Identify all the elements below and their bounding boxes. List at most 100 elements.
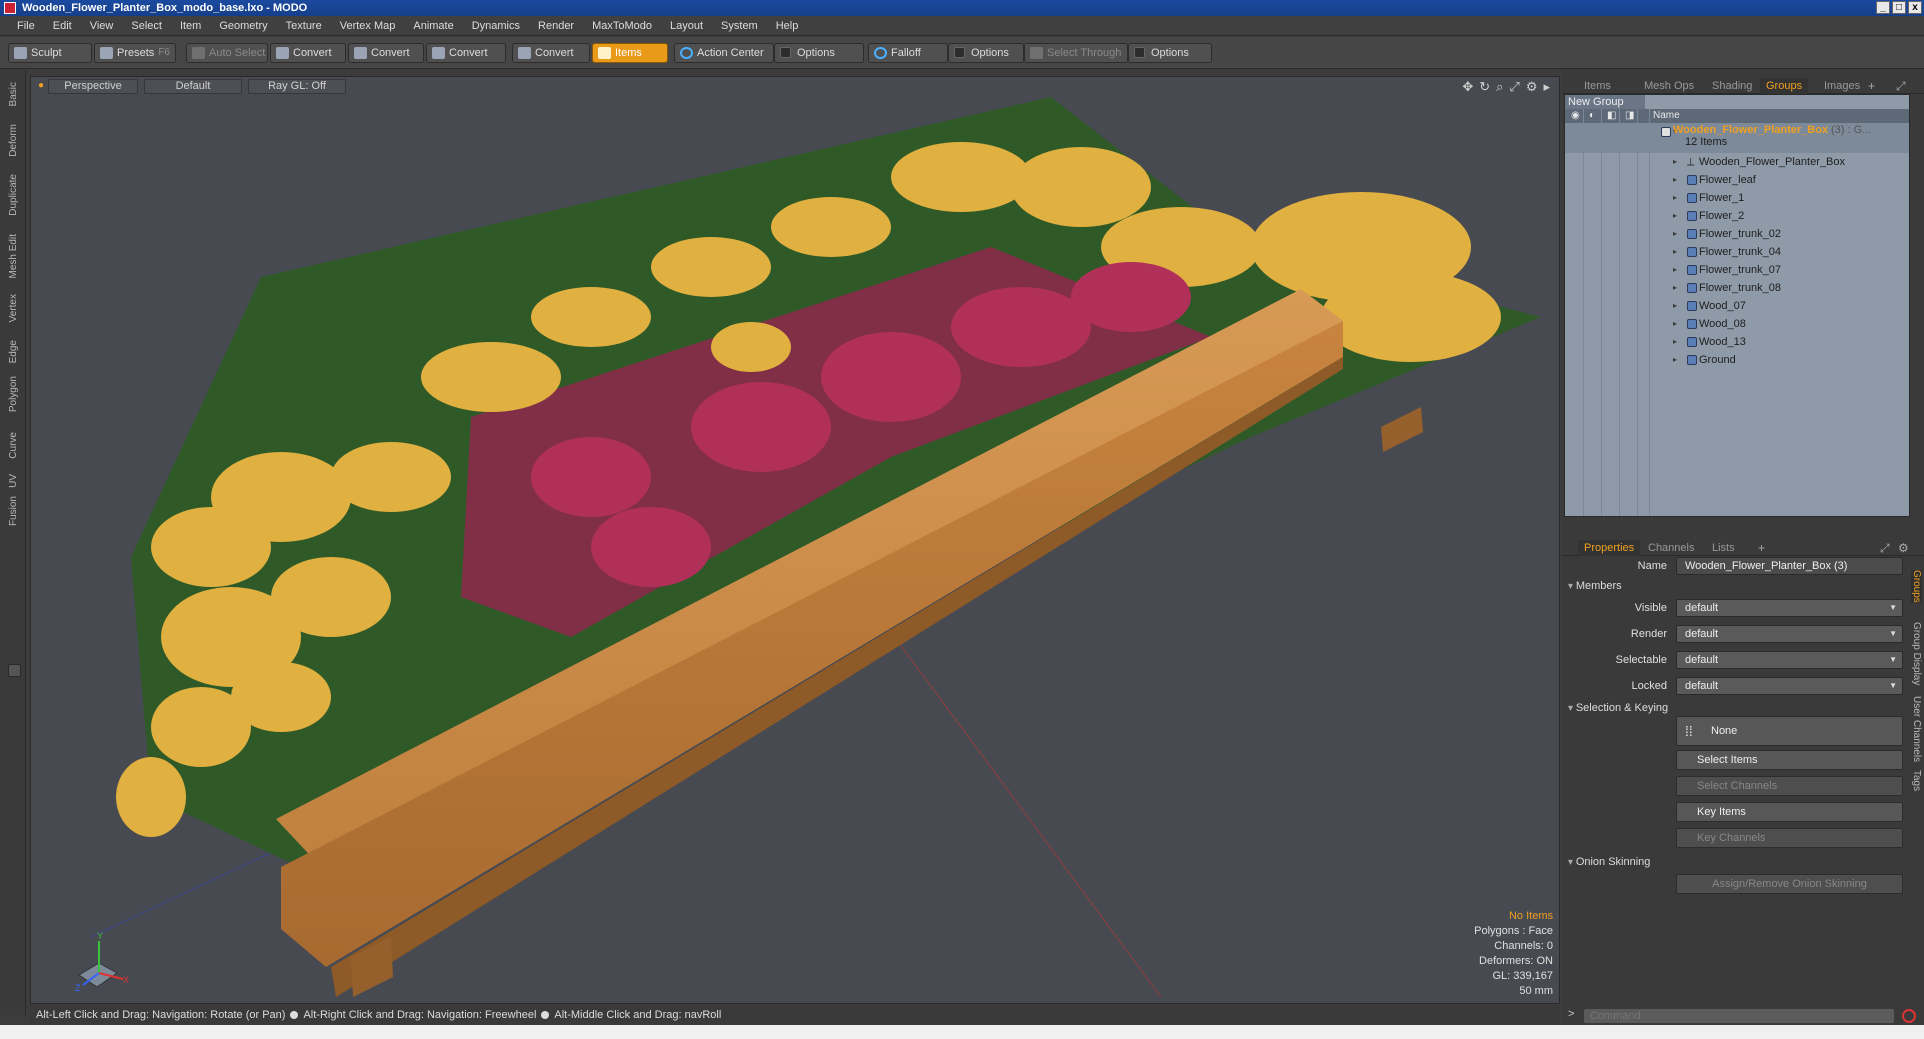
presets-button[interactable]: Presets F6: [94, 43, 176, 63]
pan-icon[interactable]: ✥: [1462, 79, 1473, 95]
tab-mesh-ops[interactable]: Mesh Ops: [1638, 78, 1700, 94]
zoom-icon[interactable]: ⌕: [1496, 79, 1503, 95]
tab-toggle-square[interactable]: [8, 664, 21, 677]
menu-item[interactable]: Item: [171, 20, 210, 32]
menu-select[interactable]: Select: [122, 20, 171, 32]
convert-button-2[interactable]: Convert: [348, 43, 424, 63]
menu-view[interactable]: View: [81, 20, 123, 32]
select-icon[interactable]: ◨: [1625, 110, 1634, 121]
items-mode-button[interactable]: Items: [592, 43, 668, 63]
tab-shading[interactable]: Shading: [1706, 78, 1758, 94]
list-item[interactable]: ▸ Flower_2: [1565, 207, 1909, 225]
convert-button-1[interactable]: Convert: [270, 43, 346, 63]
list-item[interactable]: ▸ Flower_trunk_08: [1565, 279, 1909, 297]
expand-arrow-icon[interactable]: ▸: [1543, 79, 1550, 95]
convert-button-4[interactable]: Convert: [512, 43, 590, 63]
menu-file[interactable]: File: [8, 20, 44, 32]
action-center-button[interactable]: Action Center: [674, 43, 774, 63]
menu-maxtomodo[interactable]: MaxToModo: [583, 20, 661, 32]
viewport-menu-dot-icon[interactable]: ●: [38, 80, 44, 91]
tab-groups[interactable]: Groups: [1760, 78, 1809, 94]
3d-viewport[interactable]: Y X Z No Items Polygons : Face Channels:…: [30, 76, 1560, 1004]
menu-animate[interactable]: Animate: [404, 20, 462, 32]
fit-icon[interactable]: ⤢: [1509, 79, 1519, 95]
key-channels-button[interactable]: Key Channels: [1676, 828, 1903, 848]
list-item[interactable]: ▸ ⟂ Wooden_Flower_Planter_Box: [1565, 153, 1909, 171]
menu-system[interactable]: System: [712, 20, 767, 32]
menu-dynamics[interactable]: Dynamics: [463, 20, 529, 32]
falloff-button[interactable]: Falloff: [868, 43, 948, 63]
selectable-dropdown[interactable]: default ▼: [1676, 651, 1903, 669]
select-through-button[interactable]: Select Through: [1024, 43, 1128, 63]
onion-skinning-section-header[interactable]: Onion Skinning: [1568, 856, 1651, 868]
list-item[interactable]: ▸ Flower_trunk_04: [1565, 243, 1909, 261]
tab-polygon[interactable]: Polygon: [8, 376, 19, 412]
menu-texture[interactable]: Texture: [277, 20, 331, 32]
locked-dropdown[interactable]: default ▼: [1676, 677, 1903, 695]
tab-edge[interactable]: Edge: [8, 340, 19, 363]
select-items-button[interactable]: Select Items: [1676, 750, 1903, 770]
name-field[interactable]: Wooden_Flower_Planter_Box (3): [1676, 557, 1903, 575]
visible-dropdown[interactable]: default ▼: [1676, 599, 1903, 617]
tab-duplicate[interactable]: Duplicate: [8, 174, 19, 216]
menu-help[interactable]: Help: [767, 20, 808, 32]
list-item[interactable]: ▸ Wood_13: [1565, 333, 1909, 351]
list-item[interactable]: ▸ Flower_leaf: [1565, 171, 1909, 189]
sculpt-button[interactable]: Sculpt: [8, 43, 92, 63]
side-tab-groups[interactable]: Groups: [1911, 570, 1922, 603]
side-tab-tags[interactable]: Tags: [1911, 770, 1922, 791]
render-dropdown[interactable]: default ▼: [1676, 625, 1903, 643]
command-input[interactable]: [1584, 1009, 1894, 1023]
tab-curve[interactable]: Curve: [8, 432, 19, 459]
assign-onion-skinning-button[interactable]: Assign/Remove Onion Skinning: [1676, 874, 1903, 894]
options-button-3[interactable]: Options: [1128, 43, 1212, 63]
tab-items[interactable]: Items: [1578, 78, 1617, 94]
maximize-panel-icon[interactable]: ⤢: [1896, 78, 1906, 94]
gear-icon[interactable]: ⚙: [1526, 79, 1538, 95]
shading-dropdown[interactable]: Default: [144, 79, 242, 94]
selection-keying-section-header[interactable]: Selection & Keying: [1568, 702, 1668, 714]
auto-select-button[interactable]: Auto Select: [186, 43, 268, 63]
view-mode-dropdown[interactable]: Perspective: [48, 79, 138, 94]
side-tab-user-channels[interactable]: User Channels: [1911, 696, 1922, 762]
select-channels-button[interactable]: Select Channels: [1676, 776, 1903, 796]
tab-deform[interactable]: Deform: [8, 124, 19, 157]
raygl-dropdown[interactable]: Ray GL: Off: [248, 79, 346, 94]
tab-images[interactable]: Images: [1818, 78, 1866, 94]
list-item[interactable]: ▸ Wood_07: [1565, 297, 1909, 315]
members-section-header[interactable]: Members: [1568, 580, 1622, 592]
visibility-eye-icon[interactable]: ◉: [1571, 110, 1580, 121]
side-tab-group-display[interactable]: Group Display: [1911, 622, 1922, 685]
list-item[interactable]: ▸ Flower_trunk_07: [1565, 261, 1909, 279]
render-icon[interactable]: ◐: [1589, 110, 1595, 121]
close-button[interactable]: x: [1908, 1, 1922, 14]
menu-geometry[interactable]: Geometry: [210, 20, 276, 32]
keying-none-button[interactable]: ⁞⁞ None: [1676, 716, 1903, 746]
list-item[interactable]: ▸ Flower_1: [1565, 189, 1909, 207]
lock-icon[interactable]: ◧: [1607, 110, 1616, 121]
tab-vertex[interactable]: Vertex: [8, 294, 19, 322]
menu-vertex-map[interactable]: Vertex Map: [331, 20, 405, 32]
menu-render[interactable]: Render: [529, 20, 583, 32]
name-column-header[interactable]: Name: [1653, 110, 1680, 121]
options-button-1[interactable]: Options: [774, 43, 864, 63]
group-root-row[interactable]: ▾ Wooden_Flower_Planter_Box (3) : G... 1…: [1565, 123, 1909, 153]
menu-layout[interactable]: Layout: [661, 20, 712, 32]
menu-edit[interactable]: Edit: [44, 20, 81, 32]
list-item[interactable]: ▸ Wood_08: [1565, 315, 1909, 333]
list-item[interactable]: ▸ Flower_trunk_02: [1565, 225, 1909, 243]
maximize-button[interactable]: □: [1892, 1, 1906, 14]
tab-fusion[interactable]: Fusion: [8, 496, 19, 526]
add-tab-icon[interactable]: +: [1868, 78, 1875, 94]
convert-button-3[interactable]: Convert: [426, 43, 506, 63]
key-items-button[interactable]: Key Items: [1676, 802, 1903, 822]
rotate-icon[interactable]: ↻: [1479, 79, 1490, 95]
tab-mesh-edit[interactable]: Mesh Edit: [8, 234, 19, 278]
options-button-2[interactable]: Options: [948, 43, 1024, 63]
list-item[interactable]: ▸ Ground: [1565, 351, 1909, 369]
record-macro-icon[interactable]: [1902, 1009, 1916, 1023]
tab-basic[interactable]: Basic: [8, 82, 19, 106]
new-group-button[interactable]: New Group: [1565, 95, 1645, 109]
minimize-button[interactable]: _: [1876, 1, 1890, 14]
tab-uv[interactable]: UV: [8, 474, 19, 488]
